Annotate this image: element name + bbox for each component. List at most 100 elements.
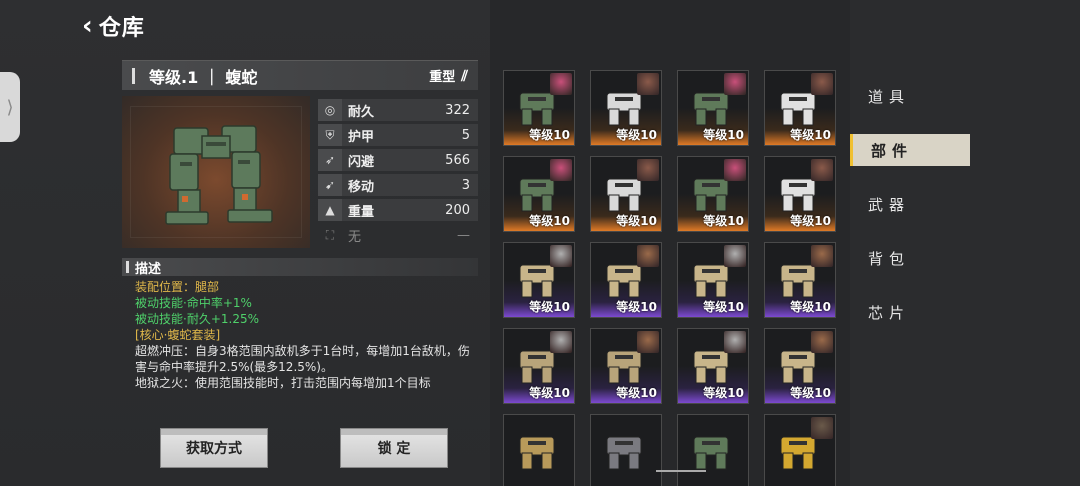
page-title: 仓库 bbox=[98, 16, 145, 41]
part-card[interactable]: 等级10 bbox=[677, 328, 749, 404]
part-level-label: 等级10 bbox=[703, 214, 744, 228]
part-card[interactable]: 等级10 bbox=[764, 70, 836, 146]
description-title: 描述 bbox=[135, 261, 162, 277]
stat-name: 闪避 bbox=[348, 154, 375, 170]
part-card[interactable]: 等级10 bbox=[503, 242, 575, 318]
scroll-indicator[interactable] bbox=[656, 470, 706, 472]
stat-name: 无 bbox=[348, 229, 362, 245]
part-card[interactable] bbox=[764, 414, 836, 486]
part-card[interactable]: 等级10 bbox=[590, 242, 662, 318]
armor-icon: ⛨ bbox=[318, 124, 342, 146]
stat-value: 322 bbox=[445, 102, 470, 118]
description-text[interactable]: 装配位置：腿部 被动技能·命中率+1% 被动技能·耐久+1.25% [核心·蝮蛇… bbox=[135, 279, 480, 404]
stats-list: ◎ 耐久 322 ⛨ 护甲 5 ➶ 闪避 566 ➹ 移动 3 ▲ 重量 200… bbox=[318, 99, 478, 249]
description-header: 描述 bbox=[122, 258, 478, 277]
weight-icon: ▲ bbox=[318, 199, 342, 221]
part-level-label: 等级10 bbox=[616, 214, 657, 228]
pilot-portrait bbox=[811, 73, 833, 95]
evade-icon: ➶ bbox=[318, 149, 342, 171]
stat-name: 耐久 bbox=[348, 104, 375, 120]
part-thumbnail bbox=[519, 436, 555, 470]
stat-row: ⛨ 护甲 5 bbox=[318, 124, 478, 146]
part-level-label: 等级10 bbox=[790, 300, 831, 314]
part-thumbnail bbox=[606, 436, 642, 470]
part-card[interactable]: 等级10 bbox=[677, 70, 749, 146]
move-icon: ➹ bbox=[318, 174, 342, 196]
pilot-portrait bbox=[724, 159, 746, 181]
obtain-method-button[interactable]: 获取方式 bbox=[160, 428, 268, 468]
part-level-label: 等级10 bbox=[529, 386, 570, 400]
part-level-label: 等级10 bbox=[703, 386, 744, 400]
part-level-label: 等级10 bbox=[529, 128, 570, 142]
category-tabs: 道具部件武器背包芯片 bbox=[850, 80, 970, 350]
part-card[interactable]: 等级10 bbox=[677, 242, 749, 318]
stat-row: ▲ 重量 200 bbox=[318, 199, 478, 221]
part-level-label: 等级10 bbox=[703, 128, 744, 142]
tab-weapons[interactable]: 武器 bbox=[850, 188, 970, 220]
side-drawer-handle[interactable]: ⟩ bbox=[0, 72, 20, 142]
back-arrow-icon[interactable]: ‹ bbox=[82, 13, 93, 39]
pilot-portrait bbox=[550, 245, 572, 267]
stat-row: ➹ 移动 3 bbox=[318, 174, 478, 196]
parts-grid: 等级10 等级10 等级10 等级10 等级10 等级10 等级10 等级10 等级10 等级10… bbox=[503, 70, 843, 486]
part-preview-image bbox=[122, 96, 310, 248]
part-level-label: 等级10 bbox=[529, 214, 570, 228]
pilot-portrait bbox=[637, 73, 659, 95]
part-card[interactable] bbox=[503, 414, 575, 486]
part-level-label: 等级10 bbox=[703, 300, 744, 314]
tab-chips[interactable]: 芯片 bbox=[850, 296, 970, 328]
part-level-label: 等级10 bbox=[529, 300, 570, 314]
pilot-portrait bbox=[811, 159, 833, 181]
part-card[interactable]: 等级10 bbox=[503, 70, 575, 146]
lock-label: 锁 定 bbox=[377, 441, 411, 457]
stat-value: 5 bbox=[461, 127, 470, 143]
part-thumbnail bbox=[693, 436, 729, 470]
lock-button[interactable]: 锁 定 bbox=[340, 428, 448, 468]
equip-slot: 装配位置：腿部 bbox=[135, 280, 220, 294]
part-level-label: 等级10 bbox=[616, 386, 657, 400]
passive-skill-1: 被动技能·命中率+1% bbox=[135, 296, 252, 310]
pilot-portrait bbox=[550, 73, 572, 95]
page-header: ‹ 仓库 bbox=[82, 10, 145, 42]
part-card[interactable]: 等级10 bbox=[590, 156, 662, 232]
tab-items[interactable]: 道具 bbox=[850, 80, 970, 112]
part-card[interactable]: 等级10 bbox=[764, 156, 836, 232]
set-effect-2: 地狱之火：使用范围技能时，打击范围内每增加1个目标 bbox=[135, 376, 431, 390]
part-card[interactable] bbox=[590, 414, 662, 486]
stat-name: 移动 bbox=[348, 179, 375, 195]
stat-value: 3 bbox=[461, 177, 470, 193]
tab-backpack[interactable]: 背包 bbox=[850, 242, 970, 274]
part-level-label: 等级10 bbox=[790, 386, 831, 400]
stat-row: ➶ 闪避 566 bbox=[318, 149, 478, 171]
part-level-label: 等级10 bbox=[616, 128, 657, 142]
part-card[interactable]: 等级10 bbox=[677, 156, 749, 232]
stat-value: 200 bbox=[445, 202, 470, 218]
pilot-portrait bbox=[550, 159, 572, 181]
pilot-portrait bbox=[637, 245, 659, 267]
stat-row: ⛶ 无 — bbox=[318, 224, 478, 246]
item-name: 等级.1 ｜ 蝮蛇 bbox=[149, 67, 258, 87]
durability-icon: ◎ bbox=[318, 99, 342, 121]
stat-name: 重量 bbox=[348, 204, 375, 220]
part-card[interactable] bbox=[677, 414, 749, 486]
item-title-bar: 等级.1 ｜ 蝮蛇 重型 ⫽ bbox=[122, 60, 478, 90]
chevron-right-icon: ⟩ bbox=[6, 96, 14, 118]
part-card[interactable]: 等级10 bbox=[590, 70, 662, 146]
stat-row: ◎ 耐久 322 bbox=[318, 99, 478, 121]
part-level-label: 等级10 bbox=[616, 300, 657, 314]
part-level-label: 等级10 bbox=[790, 128, 831, 142]
part-card[interactable]: 等级10 bbox=[764, 328, 836, 404]
title-marker bbox=[126, 261, 129, 273]
pilot-portrait bbox=[811, 245, 833, 267]
obtain-method-label: 获取方式 bbox=[186, 441, 242, 457]
pilot-portrait bbox=[550, 331, 572, 353]
stat-value: 566 bbox=[445, 152, 470, 168]
set-effect-1: 超燃冲压：自身3格范围内敌机多于1台时，每增加1台敌机，伤害与命中率提升2.5%… bbox=[135, 344, 470, 374]
preview-frame bbox=[130, 106, 302, 238]
part-card[interactable]: 等级10 bbox=[764, 242, 836, 318]
part-card[interactable]: 等级10 bbox=[503, 328, 575, 404]
tab-parts[interactable]: 部件 bbox=[850, 134, 970, 166]
heavy-type-icon: ⫽ bbox=[461, 66, 468, 85]
part-card[interactable]: 等级10 bbox=[590, 328, 662, 404]
part-card[interactable]: 等级10 bbox=[503, 156, 575, 232]
